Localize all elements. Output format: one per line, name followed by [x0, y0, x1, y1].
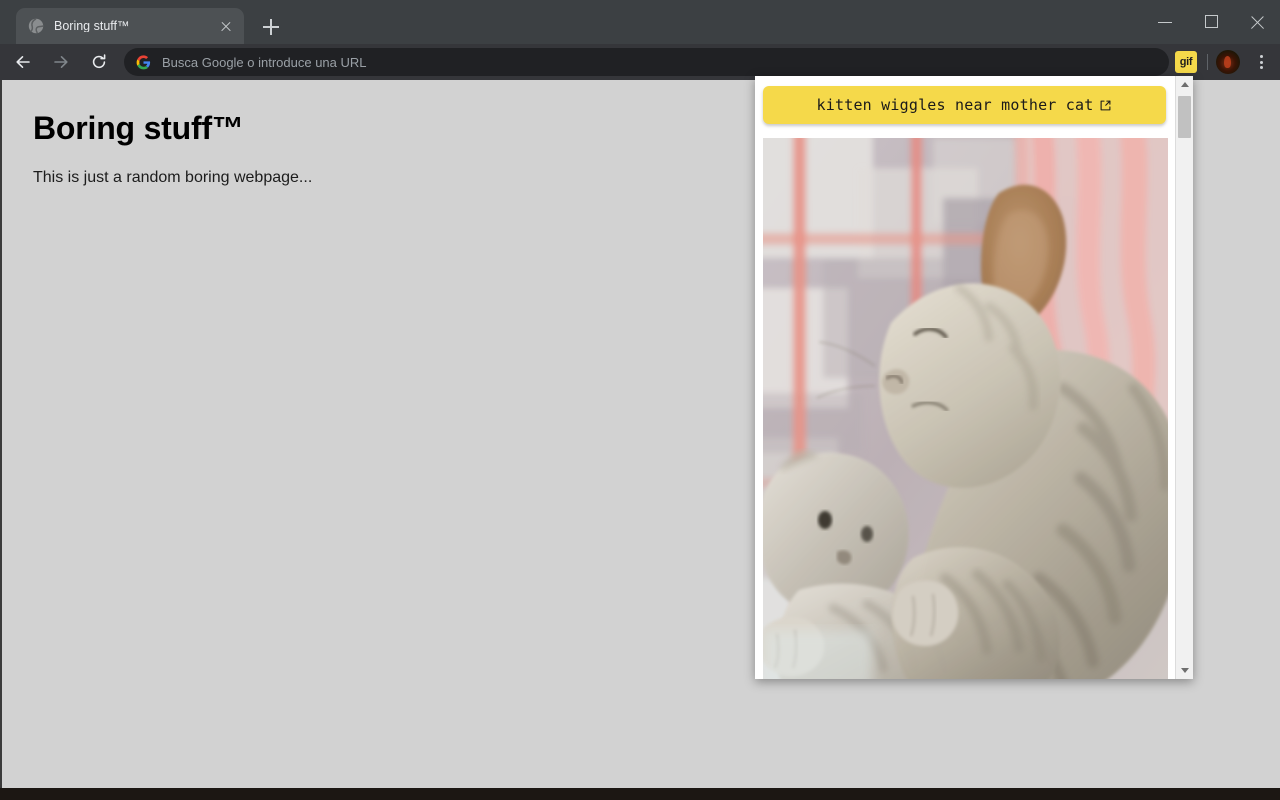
forward-button[interactable] [46, 47, 76, 77]
globe-icon [28, 18, 44, 34]
scrollbar-thumb[interactable] [1178, 96, 1191, 138]
extension-popup: kitten wiggles near mother cat [755, 76, 1193, 679]
maximize-button[interactable] [1188, 0, 1234, 44]
scroll-up-arrow-icon[interactable] [1176, 76, 1193, 93]
popup-body: kitten wiggles near mother cat [755, 76, 1175, 679]
arrow-left-icon [13, 52, 33, 72]
reload-icon [89, 52, 109, 72]
page-title: Boring stuff™ [33, 112, 244, 144]
browser-window: Boring stuff™ [0, 0, 1280, 800]
avatar[interactable] [1216, 50, 1240, 74]
new-tab-button[interactable] [258, 14, 284, 40]
gif-media[interactable] [763, 138, 1168, 679]
desktop-strip [0, 788, 1280, 800]
popup-scrollbar[interactable] [1175, 76, 1193, 679]
browser-toolbar: Busca Google o introduce una URL gif [0, 44, 1280, 80]
page-paragraph: This is just a random boring webpage... [33, 170, 312, 186]
external-link-icon [1099, 99, 1112, 112]
arrow-right-icon [51, 52, 71, 72]
gif-title-button[interactable]: kitten wiggles near mother cat [763, 86, 1166, 124]
close-window-button[interactable] [1234, 0, 1280, 44]
address-bar[interactable]: Busca Google o introduce una URL [124, 48, 1169, 76]
minimize-button[interactable] [1142, 0, 1188, 44]
gif-title-label: kitten wiggles near mother cat [817, 98, 1094, 113]
window-controls [1142, 0, 1280, 44]
cat-gif-frame [763, 138, 1168, 679]
tab-title: Boring stuff™ [54, 20, 216, 33]
address-bar-placeholder: Busca Google o introduce una URL [162, 56, 367, 69]
back-button[interactable] [8, 47, 38, 77]
scroll-down-arrow-icon[interactable] [1176, 662, 1193, 679]
viewport-left-edge [0, 80, 2, 788]
chrome-menu-button[interactable] [1248, 49, 1274, 75]
toolbar-divider [1207, 54, 1208, 70]
gif-extension-icon[interactable]: gif [1175, 51, 1197, 73]
reload-button[interactable] [84, 47, 114, 77]
browser-tab[interactable]: Boring stuff™ [16, 8, 244, 44]
close-icon[interactable] [216, 16, 236, 36]
google-g-icon [136, 55, 151, 70]
tab-strip: Boring stuff™ [0, 0, 1280, 44]
